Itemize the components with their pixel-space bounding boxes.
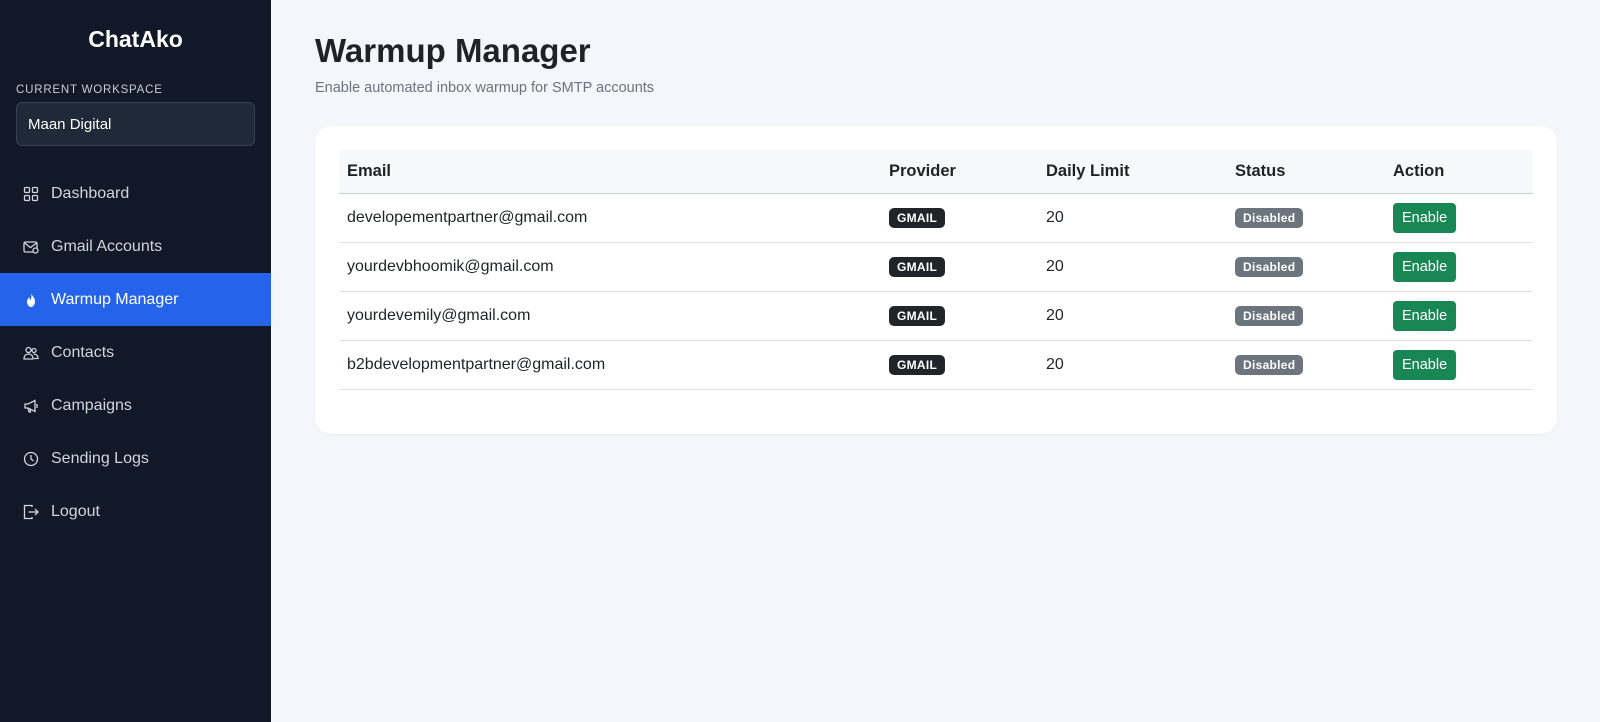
sidebar-item-logout[interactable]: Logout bbox=[0, 485, 271, 538]
cell-provider: GMAIL bbox=[881, 193, 1038, 242]
workspace-label: CURRENT WORKSPACE bbox=[16, 84, 163, 96]
people-icon bbox=[23, 345, 39, 361]
clock-icon bbox=[23, 451, 39, 467]
provider-badge: GMAIL bbox=[889, 256, 946, 277]
provider-badge: GMAIL bbox=[889, 305, 946, 326]
table-row: yourdevemily@gmail.com GMAIL 20 Disabled… bbox=[339, 291, 1533, 340]
table-row: yourdevbhoomik@gmail.com GMAIL 20 Disabl… bbox=[339, 242, 1533, 291]
warmup-table-card: Email Provider Daily Limit Status Action… bbox=[315, 126, 1557, 434]
column-header-action: Action bbox=[1393, 161, 1445, 180]
cell-email: yourdevemily@gmail.com bbox=[347, 306, 531, 324]
status-badge: Disabled bbox=[1235, 354, 1304, 375]
status-badge: Disabled bbox=[1235, 305, 1304, 326]
sidebar-item-warmup-manager[interactable]: Warmup Manager bbox=[0, 273, 271, 326]
enable-button[interactable]: Enable bbox=[1393, 251, 1457, 282]
page-title: Warmup Manager bbox=[315, 32, 591, 69]
flame-icon bbox=[23, 292, 39, 308]
cell-status: Disabled bbox=[1227, 291, 1385, 340]
sidebar-item-contacts[interactable]: Contacts bbox=[0, 326, 271, 379]
column-header-daily-limit: Daily Limit bbox=[1046, 161, 1130, 180]
workspace-selector[interactable]: Maan Digital bbox=[16, 102, 255, 146]
cell-daily-limit: 20 bbox=[1046, 208, 1064, 226]
sidebar-nav: Dashboard Gmail Accounts Warmup Manager … bbox=[0, 167, 271, 538]
table-header-row: Email Provider Daily Limit Status Action bbox=[339, 150, 1533, 193]
cell-action: Enable bbox=[1385, 242, 1533, 291]
sidebar-item-label: Contacts bbox=[51, 343, 115, 361]
sidebar-item-campaigns[interactable]: Campaigns bbox=[0, 379, 271, 432]
cell-status: Disabled bbox=[1227, 193, 1385, 242]
status-badge: Disabled bbox=[1235, 256, 1304, 277]
cell-status: Disabled bbox=[1227, 242, 1385, 291]
cell-provider: GMAIL bbox=[881, 291, 1038, 340]
page-subtitle: Enable automated inbox warmup for SMTP a… bbox=[315, 80, 655, 96]
sidebar-item-label: Gmail Accounts bbox=[51, 237, 163, 255]
sidebar-item-sending-logs[interactable]: Sending Logs bbox=[0, 432, 271, 485]
mail-icon bbox=[23, 239, 39, 255]
cell-status: Disabled bbox=[1227, 340, 1385, 389]
table-row: b2bdevelopmentpartner@gmail.com GMAIL 20… bbox=[339, 340, 1533, 389]
sidebar-item-label: Warmup Manager bbox=[51, 290, 179, 308]
column-header-provider: Provider bbox=[889, 161, 956, 180]
cell-action: Enable bbox=[1385, 340, 1533, 389]
column-header-email: Email bbox=[347, 161, 392, 180]
megaphone-icon bbox=[23, 398, 39, 414]
grid-icon bbox=[23, 186, 39, 202]
table-row: developementpartner@gmail.com GMAIL 20 D… bbox=[339, 193, 1533, 242]
main-content: Warmup Manager Enable automated inbox wa… bbox=[271, 0, 1600, 722]
sidebar-item-label: Sending Logs bbox=[51, 449, 149, 467]
cell-email: yourdevbhoomik@gmail.com bbox=[347, 257, 554, 275]
column-header-status: Status bbox=[1235, 161, 1286, 180]
cell-daily-limit: 20 bbox=[1046, 257, 1064, 275]
sidebar-item-gmail-accounts[interactable]: Gmail Accounts bbox=[0, 220, 271, 273]
sidebar-item-label: Dashboard bbox=[51, 184, 130, 202]
cell-action: Enable bbox=[1385, 291, 1533, 340]
cell-daily-limit: 20 bbox=[1046, 355, 1064, 373]
sidebar-item-label: Campaigns bbox=[51, 396, 132, 414]
enable-button[interactable]: Enable bbox=[1393, 202, 1457, 233]
sidebar-item-label: Logout bbox=[51, 502, 100, 520]
cell-provider: GMAIL bbox=[881, 242, 1038, 291]
enable-button[interactable]: Enable bbox=[1393, 300, 1457, 331]
sidebar-item-dashboard[interactable]: Dashboard bbox=[0, 167, 271, 220]
cell-email: developementpartner@gmail.com bbox=[347, 208, 588, 226]
cell-action: Enable bbox=[1385, 193, 1533, 242]
warmup-table: Email Provider Daily Limit Status Action… bbox=[339, 150, 1533, 390]
cell-email: b2bdevelopmentpartner@gmail.com bbox=[347, 355, 606, 373]
provider-badge: GMAIL bbox=[889, 354, 946, 375]
sidebar: ChatAko CURRENT WORKSPACE Maan Digital D… bbox=[0, 0, 271, 722]
cell-daily-limit: 20 bbox=[1046, 306, 1064, 324]
brand-logo: ChatAko bbox=[88, 26, 183, 52]
logout-icon bbox=[23, 504, 39, 520]
cell-provider: GMAIL bbox=[881, 340, 1038, 389]
enable-button[interactable]: Enable bbox=[1393, 349, 1457, 380]
provider-badge: GMAIL bbox=[889, 207, 946, 228]
status-badge: Disabled bbox=[1235, 207, 1304, 228]
